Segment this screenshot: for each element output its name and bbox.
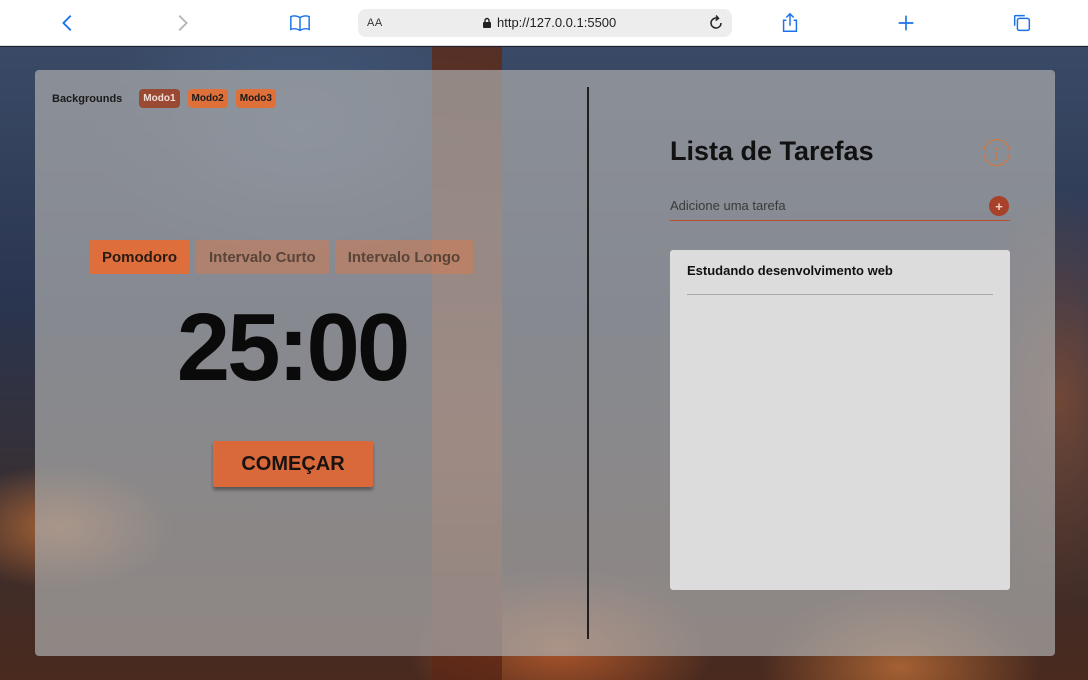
address-bar[interactable]: AA http://127.0.0.1:5500 — [358, 9, 732, 37]
panel-divider — [587, 87, 589, 639]
main-panel: Backgrounds Modo1 Modo2 Modo3 Pomodoro I… — [35, 70, 1055, 656]
url-text: http://127.0.0.1:5500 — [497, 15, 617, 30]
timer-tabs: Pomodoro Intervalo Curto Intervalo Longo — [89, 240, 474, 274]
mode1-button[interactable]: Modo1 — [139, 89, 180, 108]
tab-pomodoro[interactable]: Pomodoro — [89, 240, 190, 274]
more-vertical-icon: ⋮ — [989, 144, 1004, 161]
mode2-button[interactable]: Modo2 — [187, 89, 228, 108]
tabs-overview-icon[interactable] — [1007, 8, 1037, 38]
reload-icon[interactable] — [706, 13, 726, 33]
todo-menu-button[interactable]: ⋮ — [983, 139, 1010, 166]
todo-title: Lista de Tarefas — [670, 136, 874, 166]
add-task-button[interactable]: + — [989, 196, 1009, 216]
page-background: Backgrounds Modo1 Modo2 Modo3 Pomodoro I… — [0, 47, 1088, 680]
tab-long-break[interactable]: Intervalo Longo — [334, 240, 474, 274]
text-size-button[interactable]: AA — [367, 17, 383, 29]
backgrounds-label: Backgrounds — [52, 92, 123, 105]
start-button[interactable]: COMEÇAR — [213, 441, 373, 487]
lock-icon — [483, 17, 491, 28]
back-icon[interactable] — [53, 8, 83, 38]
bookmarks-icon[interactable] — [285, 8, 315, 38]
background-selector: Backgrounds Modo1 Modo2 Modo3 — [52, 89, 276, 108]
url-display: http://127.0.0.1:5500 — [482, 15, 616, 30]
new-tab-icon[interactable] — [891, 8, 921, 38]
tab-short-break[interactable]: Intervalo Curto — [196, 240, 329, 274]
task-input[interactable] — [670, 191, 1010, 221]
share-icon[interactable] — [775, 8, 805, 38]
timer-display: 25:00 — [176, 294, 411, 401]
forward-icon[interactable] — [167, 8, 197, 38]
task-item[interactable]: Estudando desenvolvimento web — [687, 263, 993, 295]
task-list: Estudando desenvolvimento web — [670, 250, 1010, 590]
mode3-button[interactable]: Modo3 — [235, 89, 276, 108]
browser-toolbar: AA http://127.0.0.1:5500 — [0, 0, 1088, 46]
